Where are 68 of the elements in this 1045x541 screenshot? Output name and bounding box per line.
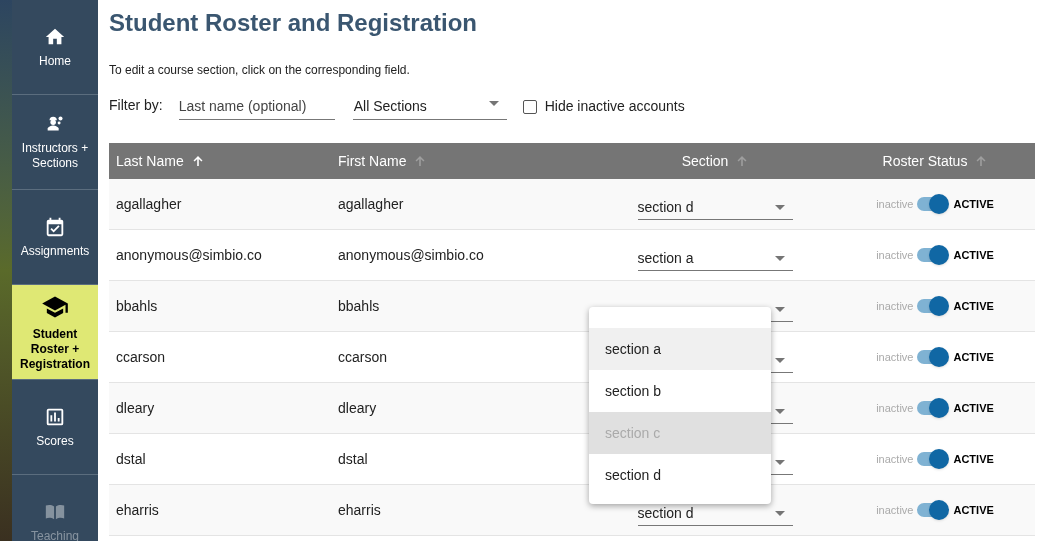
last-name-cell-text: eharris xyxy=(115,500,160,520)
active-label: ACTIVE xyxy=(953,196,994,212)
column-header[interactable]: First Name xyxy=(331,150,575,172)
nav-item[interactable]: Student Roster + Registration xyxy=(12,285,98,380)
nav-item[interactable]: Home xyxy=(12,0,98,95)
status-toggle[interactable] xyxy=(917,503,948,517)
calendar-check-icon xyxy=(44,215,66,238)
inactive-label: inactive xyxy=(876,196,914,212)
active-label: ACTIVE xyxy=(953,451,994,467)
status-toggle[interactable] xyxy=(917,452,948,466)
menu-option[interactable]: section b xyxy=(589,370,771,412)
checkbox-label: Hide inactive accounts xyxy=(544,97,685,116)
active-label: ACTIVE xyxy=(953,298,994,314)
sort-arrow-icon xyxy=(191,155,204,167)
last-name-cell-text: dleary xyxy=(115,398,156,418)
page-title: Student Roster and Registration xyxy=(109,8,479,38)
inactive-label: inactive xyxy=(876,502,914,518)
column-header[interactable]: Last Name xyxy=(109,150,331,172)
status-toggle[interactable] xyxy=(917,248,948,262)
inactive-label: inactive xyxy=(876,451,914,467)
last-name-cell-text: dstal xyxy=(115,449,147,469)
instructions-text: To edit a course section, click on the corresponding field. xyxy=(109,62,411,78)
caret-icon xyxy=(774,510,785,517)
section-dropdown[interactable]: section a xyxy=(637,247,793,271)
active-label: ACTIVE xyxy=(953,247,994,263)
inactive-label: inactive xyxy=(876,349,914,365)
last-name-cell-text: ccarson xyxy=(115,347,167,367)
caret-icon xyxy=(774,408,785,415)
column-header[interactable]: Roster Status xyxy=(825,150,1035,172)
checkbox[interactable] xyxy=(522,99,537,114)
active-label: ACTIVE xyxy=(953,349,994,365)
active-label: ACTIVE xyxy=(953,502,994,518)
last-name-cell-text: anonymous@simbio.co xyxy=(115,245,263,265)
sort-arrow-icon xyxy=(414,155,427,167)
first-name-cell-text: dleary xyxy=(337,398,378,418)
menu-option[interactable]: section d xyxy=(589,454,771,496)
active-label: ACTIVE xyxy=(953,400,994,416)
nav-item[interactable]: Instructors + Sections xyxy=(12,95,98,190)
first-name-cell-text: bbahls xyxy=(337,296,381,316)
last-name-field[interactable]: Last name (optional) xyxy=(178,96,335,120)
status-toggle[interactable] xyxy=(917,197,948,211)
section-filter-dropdown[interactable]: All Sections xyxy=(352,96,507,120)
last-name-cell-text: bbahls xyxy=(115,296,159,316)
status-toggle[interactable] xyxy=(917,299,948,313)
first-name-cell-text: ccarson xyxy=(337,347,389,367)
inactive-label: inactive xyxy=(876,247,914,263)
status-toggle[interactable] xyxy=(917,401,948,415)
filter-label: Filter by: xyxy=(109,96,163,115)
first-name-cell-text: dstal xyxy=(337,449,369,469)
status-toggle[interactable] xyxy=(917,350,948,364)
column-header[interactable]: Section xyxy=(575,150,825,172)
inactive-label: inactive xyxy=(876,400,914,416)
section-dropdown[interactable]: section d xyxy=(637,196,793,220)
caret-icon xyxy=(774,255,785,262)
caret-icon xyxy=(774,459,785,466)
caret-icon xyxy=(488,101,499,107)
first-name-cell-text: eharris xyxy=(337,500,382,520)
first-name-cell-text: agallagher xyxy=(337,194,405,214)
last-name-cell-text: agallagher xyxy=(115,194,183,214)
caret-icon xyxy=(774,357,785,364)
inactive-label: inactive xyxy=(876,298,914,314)
first-name-cell-text: anonymous@simbio.co xyxy=(337,245,485,265)
sort-arrow-icon xyxy=(975,155,988,167)
caret-icon xyxy=(774,306,785,313)
sort-arrow-icon xyxy=(736,155,749,167)
menu-option[interactable]: section a xyxy=(589,328,771,370)
nav-item[interactable]: Scores xyxy=(12,380,98,475)
caret-icon xyxy=(774,204,785,211)
